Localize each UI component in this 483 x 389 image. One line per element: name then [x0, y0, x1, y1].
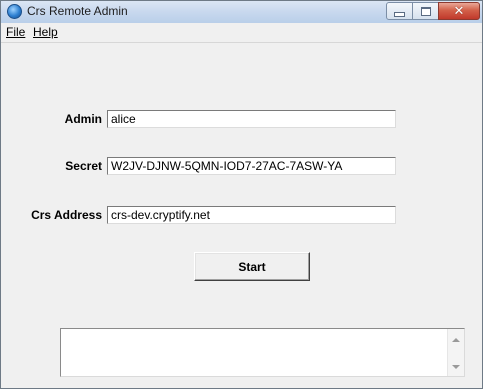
menu-bar: File Help [1, 23, 482, 43]
menu-file[interactable]: File [6, 25, 25, 39]
close-icon: ✕ [453, 3, 465, 19]
output-scrollbar[interactable] [447, 329, 464, 376]
output-textarea[interactable] [60, 328, 465, 377]
maximize-button[interactable] [412, 2, 439, 20]
secret-field[interactable] [107, 157, 396, 175]
minimize-icon [394, 11, 405, 17]
crs-address-field[interactable] [107, 206, 396, 224]
menu-help-label: Help [33, 25, 58, 39]
close-button[interactable]: ✕ [438, 2, 480, 20]
minimize-button[interactable] [386, 2, 413, 20]
menu-file-label: File [6, 25, 26, 39]
app-window: Crs Remote Admin ✕ File Help Admin Secre… [0, 0, 483, 389]
menu-help[interactable]: Help [33, 25, 58, 39]
admin-label: Admin [64, 112, 102, 126]
title-bar[interactable]: Crs Remote Admin ✕ [1, 1, 482, 24]
app-globe-icon [7, 4, 22, 19]
scroll-down-arrow-icon[interactable] [452, 365, 460, 369]
window-title: Crs Remote Admin [27, 4, 128, 18]
admin-field[interactable] [107, 110, 396, 128]
maximize-icon [420, 6, 431, 16]
crs-address-label: Crs Address [31, 208, 102, 222]
secret-label: Secret [65, 159, 102, 173]
start-button[interactable]: Start [194, 252, 310, 281]
scroll-up-arrow-icon[interactable] [452, 338, 460, 342]
